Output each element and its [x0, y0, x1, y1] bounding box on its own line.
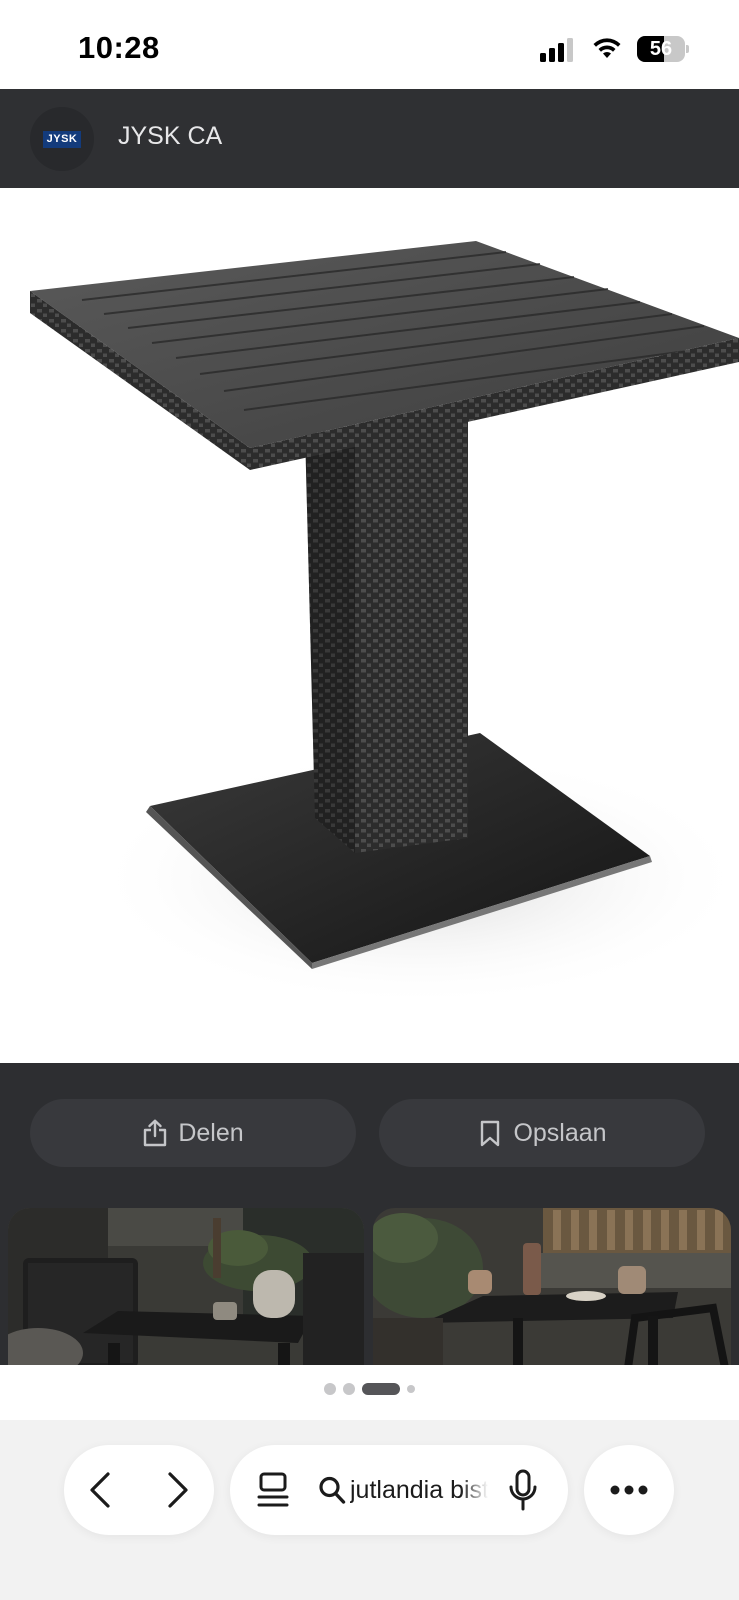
site-header[interactable]: JYSK JYSK CA	[0, 89, 739, 188]
related-image-1[interactable]	[8, 1208, 364, 1365]
page-dot[interactable]	[324, 1383, 336, 1395]
url-text[interactable]: jutlandia bistro	[350, 1445, 488, 1535]
patio-table-photo	[8, 1208, 364, 1365]
image-pagination[interactable]	[0, 1383, 739, 1395]
more-icon	[610, 1485, 648, 1495]
browser-toolbar: jutlandia bistro	[0, 1420, 739, 1600]
site-logo[interactable]: JYSK	[30, 107, 94, 171]
forward-icon[interactable]	[156, 1470, 196, 1510]
related-image-2[interactable]	[373, 1208, 731, 1365]
cellular-signal-icon	[540, 38, 573, 62]
page-dot-active[interactable]	[362, 1383, 400, 1395]
mic-icon[interactable]	[508, 1469, 538, 1511]
tabs-icon[interactable]	[256, 1471, 290, 1509]
share-button[interactable]: Delen	[30, 1099, 356, 1167]
page-dot[interactable]	[407, 1385, 415, 1393]
share-label: Delen	[178, 1118, 244, 1147]
site-name[interactable]: JYSK CA	[118, 122, 222, 151]
battery-level: 56	[649, 38, 673, 60]
share-icon	[144, 1119, 167, 1147]
table-image	[30, 241, 739, 1008]
address-bar[interactable]: jutlandia bistro	[230, 1445, 568, 1535]
back-icon[interactable]	[82, 1470, 122, 1510]
wifi-icon	[593, 38, 621, 58]
save-label: Opslaan	[513, 1118, 607, 1147]
image-actions-panel: Delen Opslaan	[0, 1063, 739, 1365]
search-icon	[319, 1476, 346, 1504]
bookmark-icon	[481, 1120, 500, 1147]
status-time: 10:28	[78, 30, 160, 65]
product-image[interactable]	[0, 188, 739, 1063]
status-bar: 10:28 56	[0, 0, 739, 89]
battery-icon: 56	[637, 36, 689, 62]
save-button[interactable]: Opslaan	[379, 1099, 705, 1167]
more-button[interactable]	[584, 1445, 674, 1535]
jysk-logo: JYSK	[43, 131, 81, 148]
navigation-group	[64, 1445, 214, 1535]
patio-table-photo	[373, 1208, 731, 1365]
page-dot[interactable]	[343, 1383, 355, 1395]
